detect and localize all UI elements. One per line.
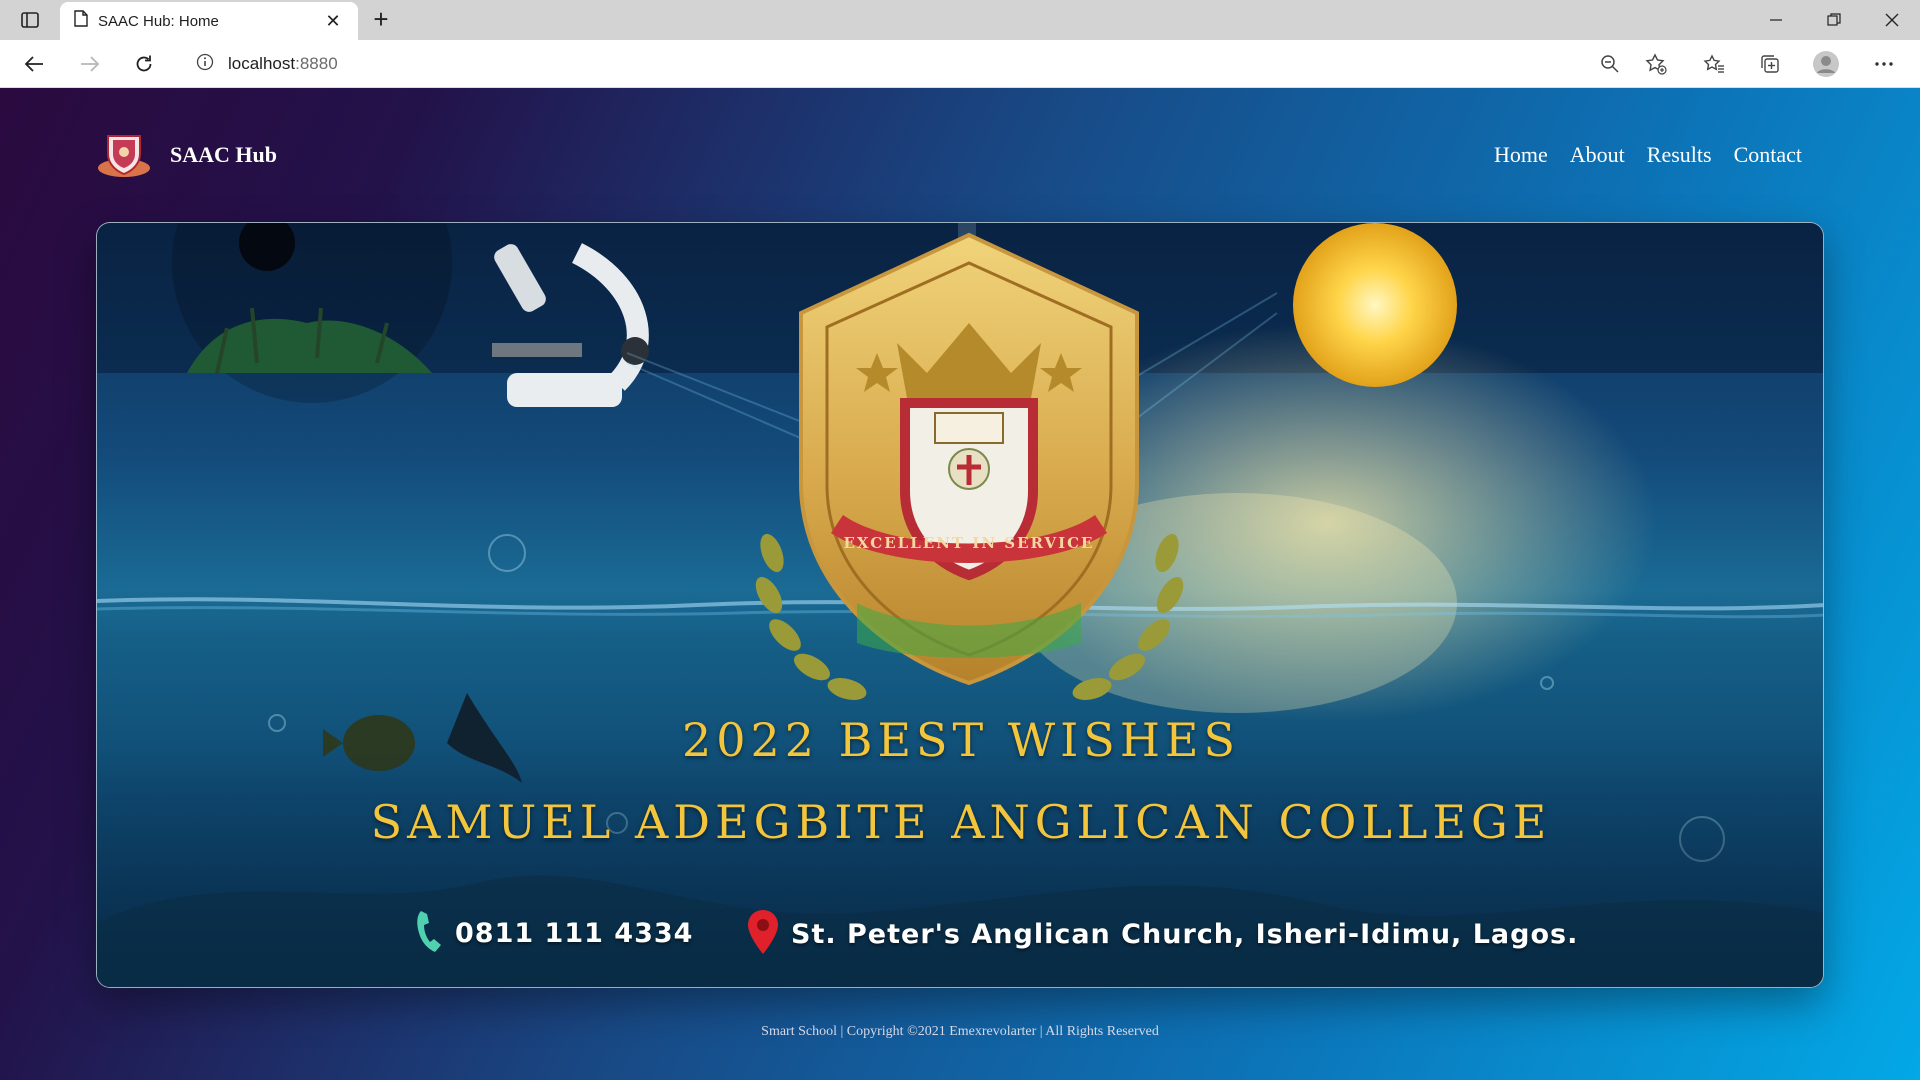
new-tab-icon[interactable]: + xyxy=(366,6,396,34)
page-body: SAAC Hub Home About Results Contact EXCE… xyxy=(0,88,1920,1080)
browser-tabbar: SAAC Hub: Home ✕ + xyxy=(0,0,1920,40)
greeting-heading: 2022 BEST WISHES xyxy=(681,713,1241,767)
profile-avatar-icon[interactable] xyxy=(1810,48,1842,80)
address-bar[interactable]: localhost:8880 xyxy=(180,46,1680,82)
location-pin-icon xyxy=(747,909,779,960)
nav-home[interactable]: Home xyxy=(1494,142,1548,168)
zoom-out-icon[interactable] xyxy=(1594,48,1626,80)
minimize-icon[interactable] xyxy=(1748,0,1804,40)
nav-about[interactable]: About xyxy=(1570,142,1625,168)
url-port: :8880 xyxy=(295,54,338,73)
favorites-icon[interactable] xyxy=(1698,48,1730,80)
back-icon[interactable] xyxy=(18,48,50,80)
site-info-icon[interactable] xyxy=(196,53,214,76)
url-host: localhost xyxy=(228,54,296,73)
sun-graphic xyxy=(1293,223,1457,387)
more-options-icon[interactable] xyxy=(1868,48,1900,80)
hero-banner: EXCELLENT IN SERVICE 2022 BEST WISHES SA… xyxy=(96,222,1824,988)
page-icon xyxy=(74,10,88,32)
brand[interactable]: SAAC Hub xyxy=(96,130,277,180)
school-name-heading: SAMUEL ADEGBITE ANGLICAN COLLEGE xyxy=(370,795,1552,849)
main-nav: Home About Results Contact xyxy=(1494,142,1802,168)
nav-contact[interactable]: Contact xyxy=(1734,142,1802,168)
browser-toolbar: localhost:8880 xyxy=(0,40,1920,88)
school-crest-logo xyxy=(96,130,152,180)
underwater-scene-illustration: EXCELLENT IN SERVICE xyxy=(97,223,1823,987)
footer-copyright: Smart School | Copyright ©2021 Emexrevol… xyxy=(761,1024,1159,1039)
nav-results[interactable]: Results xyxy=(1647,142,1712,168)
brand-name: SAAC Hub xyxy=(170,142,277,167)
add-favorite-icon[interactable] xyxy=(1640,48,1672,80)
close-window-icon[interactable] xyxy=(1864,0,1920,40)
phone-contact: 0811 111 4334 xyxy=(415,909,693,958)
collections-icon[interactable] xyxy=(1754,48,1786,80)
tab-title: SAAC Hub: Home xyxy=(98,12,219,30)
tab-actions-icon[interactable] xyxy=(14,6,46,34)
contact-info-row: 0811 111 4334 St. Peter's Anglican Churc… xyxy=(97,909,1823,960)
address-contact: St. Peter's Anglican Church, Isheri-Idim… xyxy=(747,909,1578,960)
phone-number: 0811 111 4334 xyxy=(455,918,694,949)
restore-icon[interactable] xyxy=(1806,0,1862,40)
forward-icon[interactable] xyxy=(74,48,106,80)
reload-icon[interactable] xyxy=(128,48,160,80)
crest-motto: EXCELLENT IN SERVICE xyxy=(844,534,1095,552)
browser-tab-active[interactable]: SAAC Hub: Home ✕ xyxy=(60,2,358,40)
address-text: St. Peter's Anglican Church, Isheri-Idim… xyxy=(791,919,1579,950)
close-tab-icon[interactable]: ✕ xyxy=(322,11,344,32)
url-text: localhost:8880 xyxy=(228,54,338,74)
phone-icon xyxy=(415,909,443,958)
